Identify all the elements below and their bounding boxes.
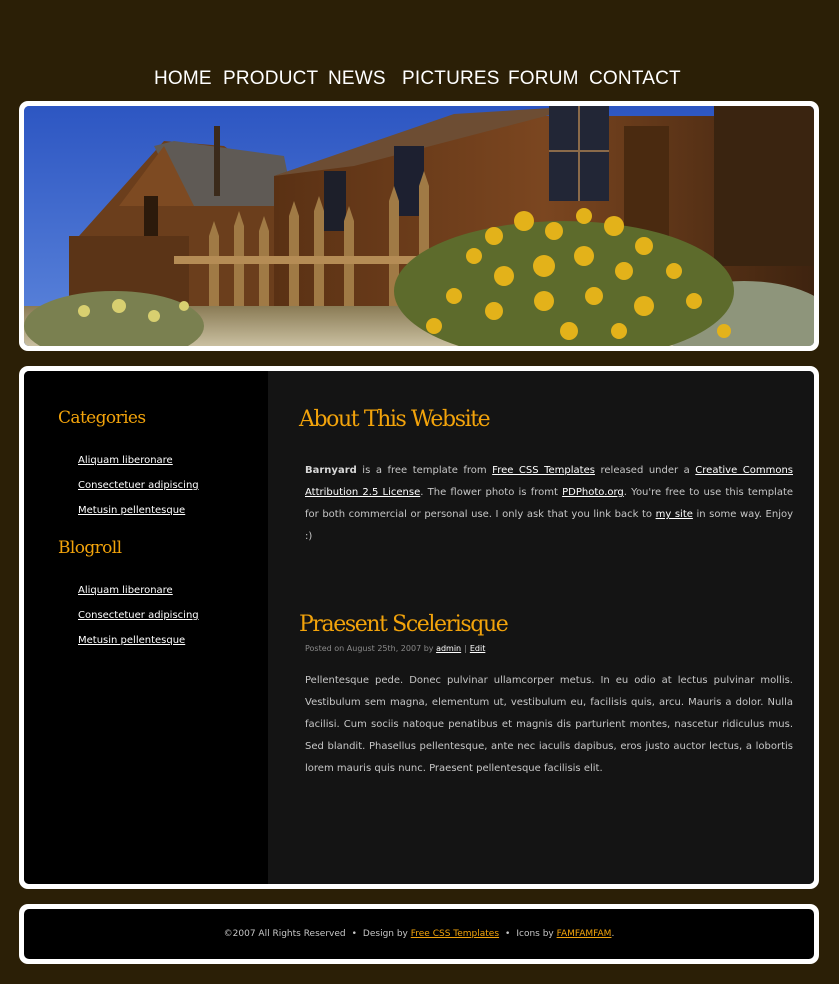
- nav-home-link[interactable]: HOME: [154, 66, 212, 92]
- site-name: Barnyard: [305, 465, 357, 476]
- blogroll-link-metusin[interactable]: Metusin pellentesque: [78, 635, 185, 646]
- category-link-metusin[interactable]: Metusin pellentesque: [78, 505, 185, 516]
- about-text-part: released under a: [594, 465, 696, 476]
- footer-frame: ©2007 All Rights Reserved • Design by Free…: [19, 904, 819, 964]
- categories-heading: Categories: [58, 408, 146, 428]
- list-item: Consectetuer adipiscing: [78, 603, 199, 628]
- nav-contact-link[interactable]: CONTACT: [589, 66, 681, 92]
- main-panel: Categories Aliquam liberonare Consectetu…: [24, 371, 814, 884]
- list-item: Aliquam liberonare: [78, 578, 199, 603]
- footer-end: .: [611, 929, 615, 939]
- edit-link[interactable]: Edit: [470, 644, 486, 653]
- list-item: Metusin pellentesque: [78, 498, 199, 523]
- sidebar: Categories Aliquam liberonare Consectetu…: [24, 371, 268, 884]
- about-text-part: is a free template from: [356, 465, 493, 476]
- blogroll-link-aliquam[interactable]: Aliquam liberonare: [78, 585, 173, 596]
- footer-separator: •: [505, 929, 511, 939]
- category-link-consectetuer[interactable]: Consectetuer adipiscing: [78, 480, 199, 491]
- icons-by-text: Icons by: [516, 929, 557, 939]
- pdphoto-link[interactable]: PDPhoto.org: [562, 487, 624, 498]
- blogroll-link-consectetuer[interactable]: Consectetuer adipiscing: [78, 610, 199, 621]
- list-item: Consectetuer adipiscing: [78, 473, 199, 498]
- nav-pictures-link[interactable]: PICTURES: [402, 66, 500, 92]
- categories-list: Aliquam liberonare Consectetuer adipisci…: [78, 448, 199, 523]
- free-css-templates-link[interactable]: Free CSS Templates: [492, 465, 595, 476]
- list-item: Metusin pellentesque: [78, 628, 199, 653]
- author-link[interactable]: admin: [436, 644, 461, 653]
- footer-separator: •: [351, 929, 357, 939]
- design-by-text: Design by: [362, 929, 411, 939]
- category-link-aliquam[interactable]: Aliquam liberonare: [78, 455, 173, 466]
- ghost-town-photo: [24, 106, 814, 346]
- copyright-text: ©2007 All Rights Reserved: [223, 929, 346, 939]
- content-area: About This Website Barnyard is a free te…: [268, 371, 814, 884]
- footer: ©2007 All Rights Reserved • Design by Free…: [24, 909, 814, 959]
- meta-separator: |: [464, 644, 467, 653]
- blogroll-list: Aliquam liberonare Consectetuer adipisci…: [78, 578, 199, 653]
- my-site-link[interactable]: my site: [656, 509, 693, 520]
- list-item: Aliquam liberonare: [78, 448, 199, 473]
- header-photo: [24, 106, 814, 346]
- footer-free-css-templates-link[interactable]: Free CSS Templates: [411, 929, 499, 939]
- post-title: Praesent Scelerisque: [299, 612, 509, 637]
- about-text: Barnyard is a free template from Free CS…: [305, 460, 793, 548]
- famfamfam-link[interactable]: FAMFAMFAM: [557, 929, 612, 939]
- main-frame: Categories Aliquam liberonare Consectetu…: [19, 366, 819, 889]
- about-text-part: . The flower photo is fromt: [420, 487, 563, 498]
- header-frame: [19, 101, 819, 351]
- blogroll-heading: Blogroll: [58, 538, 122, 558]
- nav-forum-link[interactable]: FORUM: [508, 66, 579, 92]
- nav-product-link[interactable]: PRODUCT: [223, 66, 318, 92]
- about-title: About This Website: [299, 407, 491, 432]
- post-meta: Posted on August 25th, 2007 by admin | Edi…: [305, 644, 485, 653]
- main-navigation: HOME PRODUCT NEWS PICTURES FORUM CONTACT: [0, 66, 839, 94]
- post-body: Pellentesque pede. Donec pulvinar ullamc…: [305, 675, 793, 774]
- post-date: Posted on August 25th, 2007 by: [305, 644, 437, 653]
- nav-news-link[interactable]: NEWS: [328, 66, 386, 92]
